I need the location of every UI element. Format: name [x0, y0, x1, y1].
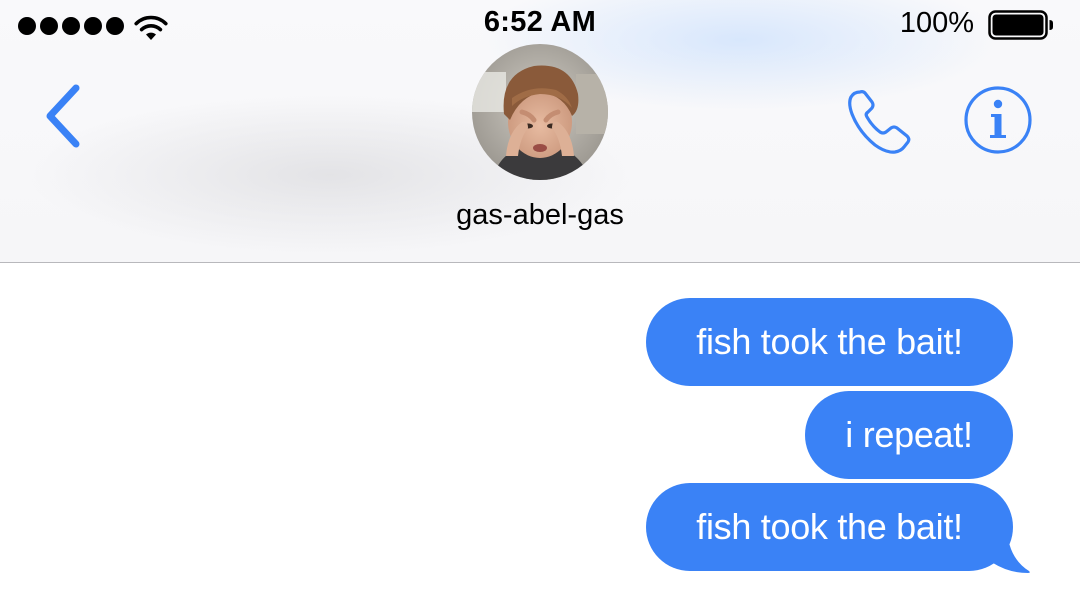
contact-avatar[interactable] [472, 44, 608, 180]
message-bubble[interactable]: fish took the bait! [646, 298, 1013, 386]
phone-icon[interactable] [845, 84, 917, 156]
contact-name[interactable]: gas-abel-gas [0, 199, 1080, 232]
conversation-header: 6:52 AM 100% gas-abel-gas [0, 0, 1080, 263]
message-bubble[interactable]: i repeat! [805, 391, 1013, 479]
info-icon[interactable] [962, 84, 1034, 156]
battery-percentage: 100% [899, 7, 974, 39]
message-bubble[interactable]: fish took the bait! [646, 483, 1013, 571]
avatar-photo [472, 44, 608, 180]
battery-icon [988, 10, 1053, 40]
bubble-tail [985, 525, 1030, 573]
chevron-left-icon[interactable] [40, 82, 88, 150]
